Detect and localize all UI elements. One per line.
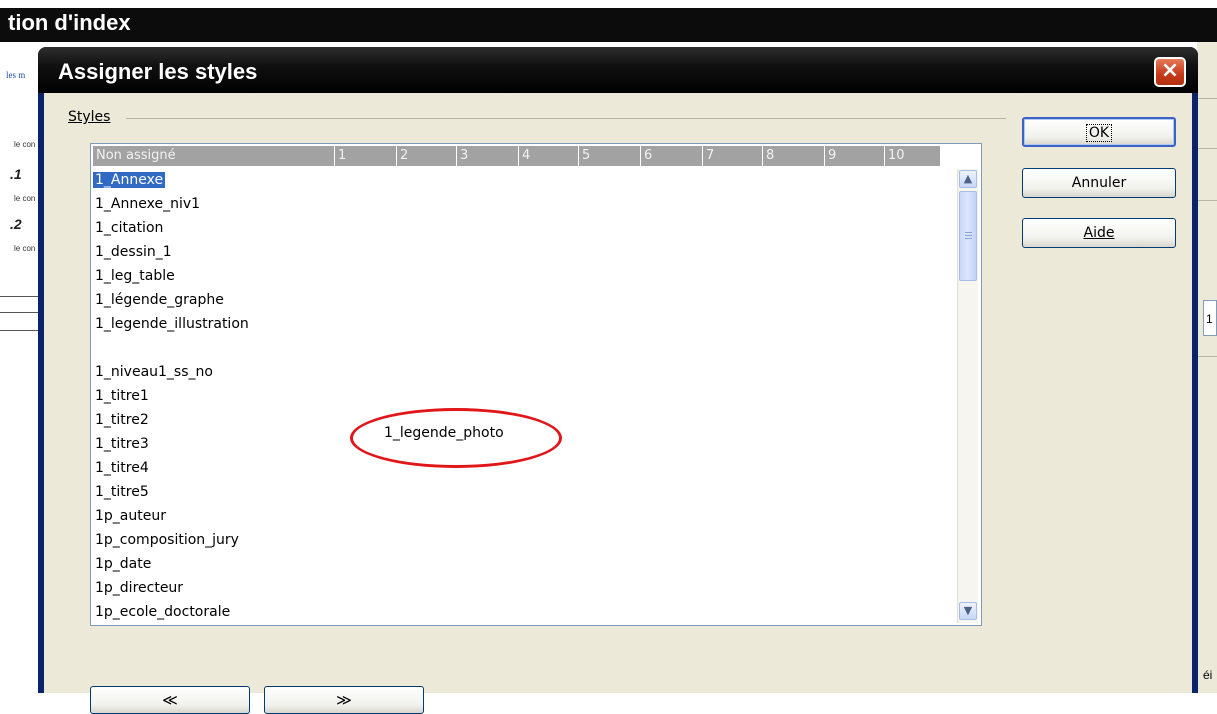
grip-line — [965, 238, 972, 239]
list-item[interactable]: 1_titre2 — [95, 409, 149, 431]
help-button[interactable]: Aide — [1022, 218, 1176, 248]
parent-number-field[interactable]: 1 — [1203, 300, 1217, 336]
dialog-titlebar[interactable]: Assigner les styles × — [38, 47, 1198, 93]
red-circle-annotation — [350, 408, 562, 468]
list-item[interactable]: 1_titre5 — [95, 481, 149, 503]
header-level-8[interactable]: 8 — [763, 146, 825, 166]
ok-button[interactable]: OK — [1022, 117, 1176, 147]
list-item[interactable]: 1_titre3 — [95, 433, 149, 455]
parent-text-3: le con — [14, 244, 36, 253]
list-item[interactable]: 1_citation — [95, 217, 163, 239]
parent-divider — [1197, 98, 1217, 99]
header-level-5[interactable]: 5 — [579, 146, 641, 166]
list-item[interactable]: 1_niveau1_ss_no — [95, 361, 213, 383]
list-item[interactable]: 1_dessin_1 — [95, 241, 172, 263]
ok-button-label: OK — [1085, 124, 1113, 142]
parent-window-right-panel — [1197, 42, 1217, 693]
header-unassigned[interactable]: Non assigné — [93, 146, 335, 166]
parent-text-1: le con — [14, 140, 36, 149]
header-level-2[interactable]: 2 — [397, 146, 457, 166]
list-item-label: 1_Annexe — [93, 172, 166, 188]
move-right-button[interactable]: ≫ — [264, 686, 424, 714]
list-item[interactable]: 1_légende_graphe — [95, 289, 224, 311]
parent-divider — [1197, 356, 1217, 357]
parent-divider — [1197, 148, 1217, 149]
grip-line — [965, 235, 972, 236]
parent-cut-button[interactable]: éi — [1203, 660, 1217, 690]
scroll-down-icon[interactable]: ▼ — [959, 602, 977, 620]
list-item[interactable]: 1p_directeur — [95, 577, 183, 599]
group-divider — [126, 118, 1006, 119]
help-button-label: Aide — [1083, 225, 1115, 241]
dialog-body: Styles Non assigné 1 2 3 4 5 6 7 8 9 10 … — [44, 93, 1192, 714]
list-item[interactable]: 1_Annexe — [93, 169, 166, 191]
list-item[interactable]: 1_titre4 — [95, 457, 149, 479]
cancel-button[interactable]: Annuler — [1022, 168, 1176, 198]
list-item[interactable]: 1_Annexe_niv1 — [95, 193, 200, 215]
levels-header: Non assigné 1 2 3 4 5 6 7 8 9 10 — [93, 146, 941, 166]
dialog-title: Assigner les styles — [58, 59, 258, 84]
header-level-7[interactable]: 7 — [703, 146, 763, 166]
header-level-4[interactable]: 4 — [519, 146, 579, 166]
assign-styles-dialog: Assigner les styles × Styles Non assigné… — [38, 47, 1198, 714]
list-item[interactable]: 1p_composition_jury — [95, 529, 239, 551]
header-level-10[interactable]: 10 — [885, 146, 941, 166]
parent-num-2: .2 — [10, 216, 22, 232]
header-level-6[interactable]: 6 — [641, 146, 703, 166]
styles-group-label-text: Styles — [68, 109, 111, 125]
parent-num-1: .1 — [10, 166, 22, 182]
list-item[interactable]: 1p_ecole_doctorale — [95, 601, 230, 623]
parent-text-2: le con — [14, 194, 36, 203]
parent-window-titlebar: tion d'index — [0, 8, 1217, 42]
parent-window-title: tion d'index — [8, 10, 131, 35]
grip-line — [965, 232, 972, 233]
move-left-button[interactable]: ≪ — [90, 686, 250, 714]
list-item[interactable]: 1p_date — [95, 553, 151, 575]
styles-list[interactable]: Non assigné 1 2 3 4 5 6 7 8 9 10 1_Annex… — [90, 143, 982, 626]
header-level-1[interactable]: 1 — [335, 146, 397, 166]
header-level-9[interactable]: 9 — [825, 146, 885, 166]
parent-divider — [1197, 200, 1217, 201]
header-level-3[interactable]: 3 — [457, 146, 519, 166]
close-icon[interactable]: × — [1154, 57, 1186, 87]
list-item[interactable]: 1_titre1 — [95, 385, 149, 407]
styles-group-label: Styles — [68, 109, 115, 125]
list-item[interactable]: 1_leg_table — [95, 265, 175, 287]
scrollbar-thumb[interactable] — [959, 191, 977, 281]
parent-tab-label[interactable]: les m — [6, 70, 25, 80]
vertical-scrollbar[interactable]: ▲ ▼ — [957, 169, 978, 623]
list-item[interactable]: 1p_auteur — [95, 505, 166, 527]
scroll-up-icon[interactable]: ▲ — [959, 170, 977, 188]
list-item[interactable]: 1_legende_illustration — [95, 313, 249, 335]
